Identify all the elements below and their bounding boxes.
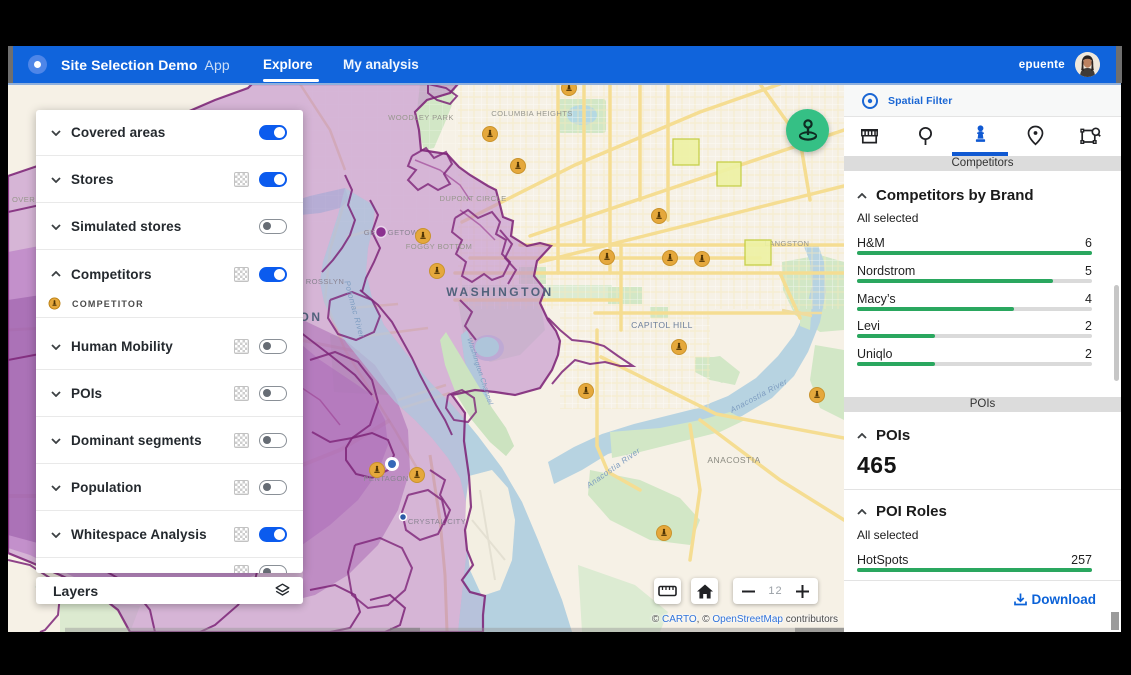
svg-text:WOODLEY PARK: WOODLEY PARK — [388, 113, 454, 122]
svg-text:FOGGY BOTTOM: FOGGY BOTTOM — [406, 242, 473, 251]
svg-text:WASHINGTON: WASHINGTON — [446, 285, 553, 299]
svg-text:CAPITOL HILL: CAPITOL HILL — [631, 320, 693, 330]
svg-text:DUPONT CIRCLE: DUPONT CIRCLE — [439, 194, 506, 203]
svg-text:CRYSTAL CITY: CRYSTAL CITY — [408, 517, 466, 526]
svg-text:COLUMBIA HEIGHTS: COLUMBIA HEIGHTS — [491, 109, 573, 118]
svg-text:ANACOSTIA: ANACOSTIA — [707, 455, 760, 465]
svg-text:ROSSLYN: ROSSLYN — [306, 277, 345, 286]
